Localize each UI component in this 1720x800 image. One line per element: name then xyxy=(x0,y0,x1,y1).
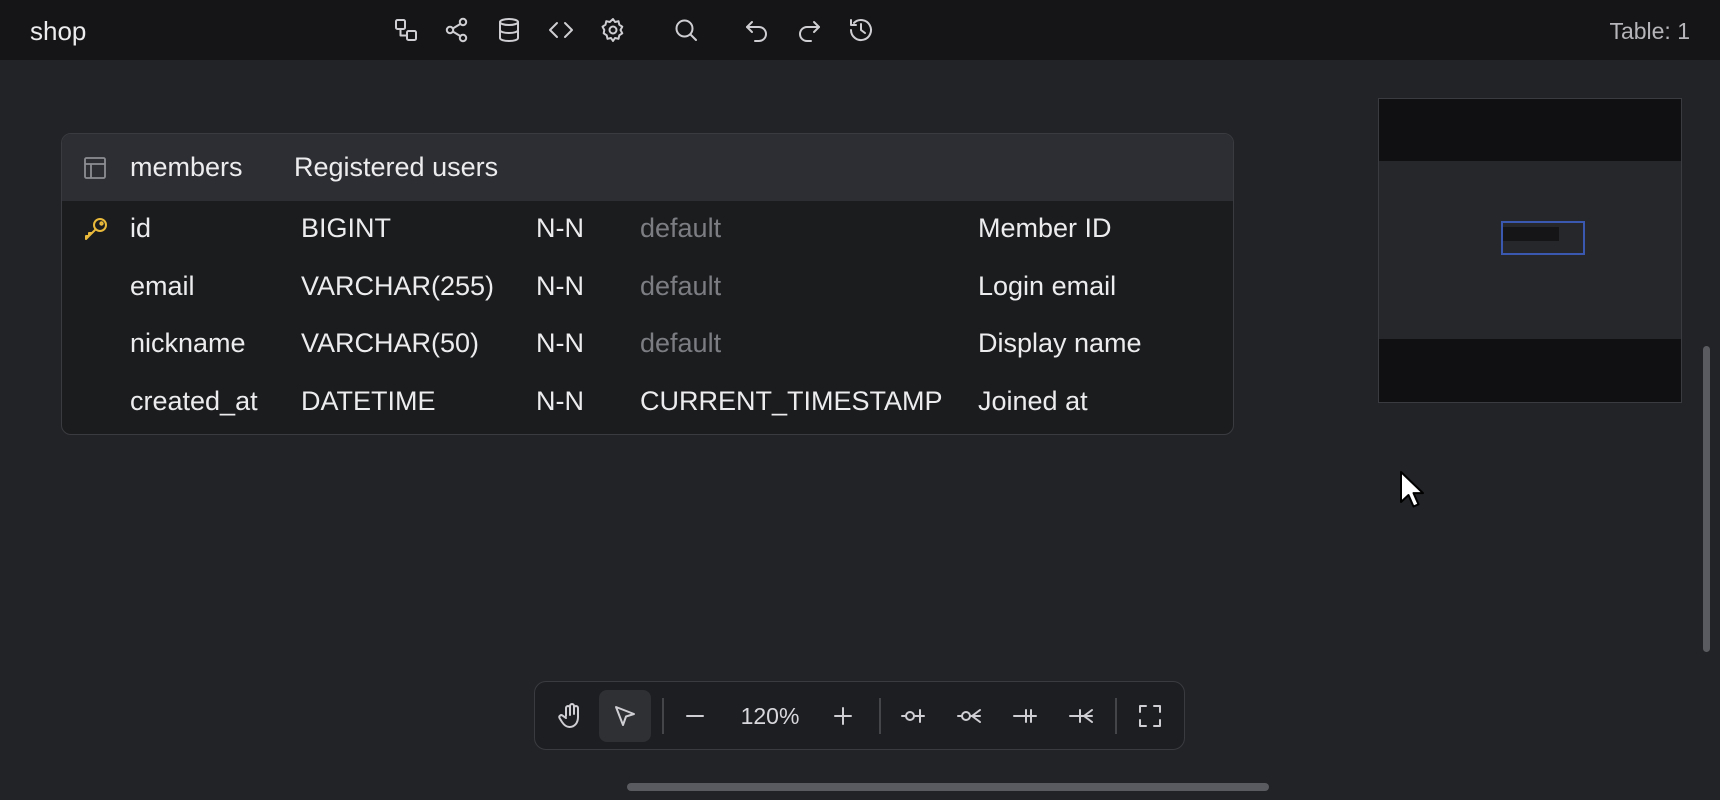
hand-tool-button[interactable] xyxy=(545,690,597,742)
toolbar-divider xyxy=(1115,698,1117,734)
code-icon[interactable] xyxy=(541,10,581,50)
vertical-scrollbar[interactable] xyxy=(1703,346,1710,652)
table-card-members[interactable]: members Registered users id BIGINT N-N d… xyxy=(61,133,1234,435)
relation-one-one-button[interactable] xyxy=(999,690,1051,742)
column-type[interactable]: DATETIME xyxy=(301,386,436,417)
redo-icon[interactable] xyxy=(789,10,829,50)
column-row[interactable]: created_at DATETIME N-N CURRENT_TIMESTAM… xyxy=(62,374,1233,432)
search-icon[interactable] xyxy=(666,10,706,50)
minimap-canvas xyxy=(1379,161,1681,339)
settings-icon[interactable] xyxy=(593,10,633,50)
relation-zero-one-icon xyxy=(901,709,925,723)
history-icon[interactable] xyxy=(841,10,881,50)
app-title: shop xyxy=(30,16,87,46)
column-comment[interactable]: Login email xyxy=(978,271,1116,302)
share-icon[interactable] xyxy=(437,10,477,50)
column-name[interactable]: email xyxy=(130,271,195,302)
column-name[interactable]: created_at xyxy=(130,386,258,417)
toolbar-divider xyxy=(662,698,664,734)
database-icon[interactable] xyxy=(489,10,529,50)
relation-one-one-icon xyxy=(1013,709,1037,723)
zoom-in-button[interactable] xyxy=(817,690,869,742)
column-name[interactable]: id xyxy=(130,213,151,244)
table-icon xyxy=(82,155,108,181)
column-comment[interactable]: Display name xyxy=(978,328,1142,359)
relation-one-many-button[interactable] xyxy=(1055,690,1107,742)
column-default[interactable]: default xyxy=(640,271,721,302)
column-row[interactable]: nickname VARCHAR(50) N-N default Display… xyxy=(62,316,1233,374)
diagram-icon[interactable] xyxy=(386,10,426,50)
zoom-out-icon xyxy=(686,715,704,717)
relation-one-many-icon xyxy=(1069,709,1093,723)
column-default[interactable]: CURRENT_TIMESTAMP xyxy=(640,386,943,417)
zoom-out-button[interactable] xyxy=(669,690,721,742)
column-type[interactable]: VARCHAR(255) xyxy=(301,271,494,302)
table-comment[interactable]: Registered users xyxy=(294,152,498,183)
column-row[interactable]: id BIGINT N-N default Member ID xyxy=(62,201,1233,259)
toolbar-divider xyxy=(879,698,881,734)
column-comment[interactable]: Member ID xyxy=(978,213,1112,244)
relation-zero-many-button[interactable] xyxy=(943,690,995,742)
relation-zero-many-icon xyxy=(957,709,981,723)
column-nullable[interactable]: N-N xyxy=(536,213,584,244)
undo-icon[interactable] xyxy=(737,10,777,50)
table-name[interactable]: members xyxy=(130,152,243,183)
hand-icon xyxy=(558,703,579,728)
table-count: Table: 1 xyxy=(1609,18,1690,44)
relation-zero-one-button[interactable] xyxy=(887,690,939,742)
table-header[interactable]: members Registered users xyxy=(62,134,1233,201)
fullscreen-button[interactable] xyxy=(1124,690,1176,742)
column-type[interactable]: VARCHAR(50) xyxy=(301,328,479,359)
column-default[interactable]: default xyxy=(640,328,721,359)
column-default[interactable]: default xyxy=(640,213,721,244)
primary-key-icon xyxy=(82,215,110,243)
horizontal-scrollbar[interactable] xyxy=(627,783,1269,791)
mouse-cursor-icon xyxy=(1400,471,1424,508)
fullscreen-icon xyxy=(1139,705,1161,727)
column-nullable[interactable]: N-N xyxy=(536,386,584,417)
column-nullable[interactable]: N-N xyxy=(536,271,584,302)
select-tool-button[interactable] xyxy=(599,690,651,742)
column-nullable[interactable]: N-N xyxy=(536,328,584,359)
zoom-in-icon xyxy=(834,707,852,725)
column-name[interactable]: nickname xyxy=(130,328,246,359)
zoom-level[interactable]: 120% xyxy=(735,703,805,730)
minimap[interactable] xyxy=(1378,98,1682,403)
canvas-toolbar: 120% xyxy=(534,681,1185,750)
pointer-icon xyxy=(615,706,635,726)
column-row[interactable]: email VARCHAR(255) N-N default Login ema… xyxy=(62,259,1233,317)
column-type[interactable]: BIGINT xyxy=(301,213,391,244)
minimap-viewport[interactable] xyxy=(1501,221,1585,255)
top-bar: shop Table: 1 xyxy=(0,0,1720,60)
column-comment[interactable]: Joined at xyxy=(978,386,1088,417)
